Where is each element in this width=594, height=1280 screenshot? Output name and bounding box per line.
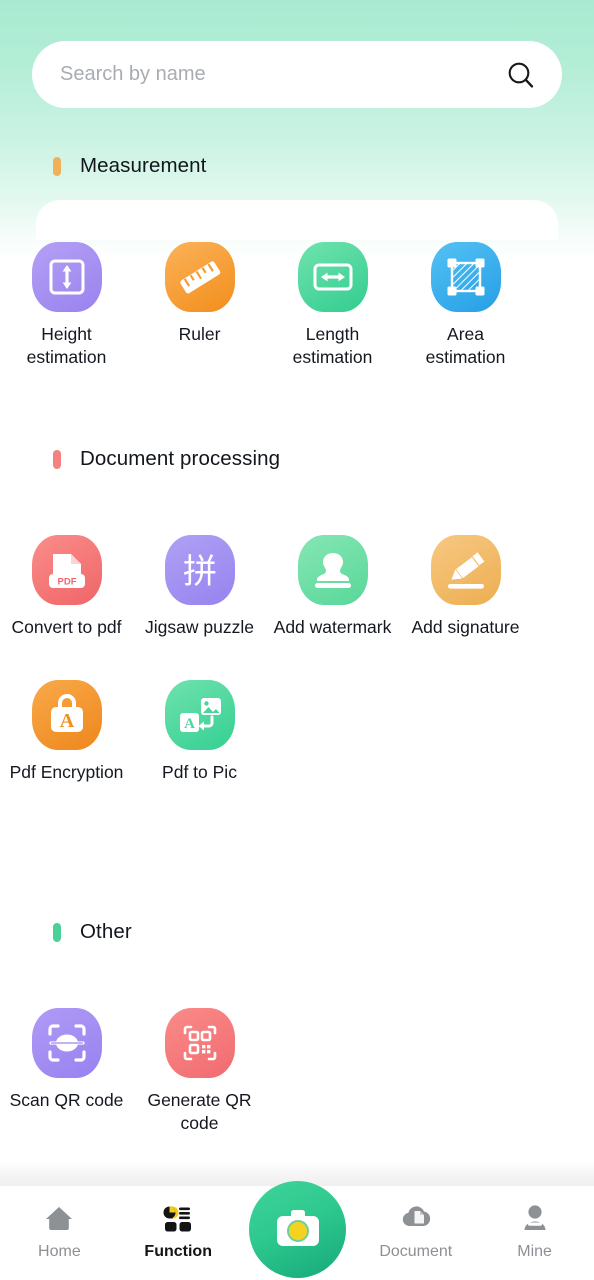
scan-qr-code-icon[interactable] xyxy=(31,1008,102,1078)
function-grid-icon[interactable] xyxy=(160,1200,196,1236)
nav-item-document[interactable]: Document xyxy=(356,1186,475,1261)
search-input[interactable] xyxy=(60,63,506,86)
tile-label: Convert to pdf xyxy=(11,617,122,637)
section-title: Document processing xyxy=(80,447,281,470)
tile-label: Scan QR code xyxy=(9,1090,124,1110)
height-estimation-icon[interactable] xyxy=(31,242,102,312)
nav-item-function[interactable]: Function xyxy=(119,1186,238,1261)
nav-label: Mine xyxy=(517,1243,552,1260)
tile-label: Generate QR code xyxy=(147,1090,252,1133)
generate-qr-code-icon[interactable] xyxy=(164,1008,235,1078)
measurement-grid: Height estimation Ruler Length estimatio… xyxy=(0,242,594,383)
pdf-to-pic-icon[interactable]: A xyxy=(164,680,235,750)
content-card xyxy=(36,200,558,240)
tile-convert-to-pdf[interactable]: PDF Convert to pdf xyxy=(0,535,133,639)
section-header-document-processing: Document processing xyxy=(53,447,280,471)
tile-length-estimation[interactable]: Length estimation xyxy=(266,242,399,369)
jigsaw-puzzle-icon[interactable]: 拼 xyxy=(164,535,235,605)
tile-ruler[interactable]: Ruler xyxy=(133,242,266,369)
nav-label: Function xyxy=(144,1243,212,1260)
cloud-document-icon[interactable] xyxy=(398,1200,434,1236)
tile-scan-qr-code[interactable]: Scan QR code xyxy=(0,1008,133,1135)
function-screen: Measurement Height estimation xyxy=(0,0,594,1280)
tile-label: Ruler xyxy=(178,324,221,344)
document-processing-grid: PDF Convert to pdf 拼 Jigsaw puzzle Add w… xyxy=(0,535,594,798)
tile-generate-qr-code[interactable]: Generate QR code xyxy=(133,1008,266,1135)
svg-text:拼: 拼 xyxy=(183,552,217,592)
tile-label: Add signature xyxy=(411,617,520,637)
svg-text:A: A xyxy=(184,716,195,732)
add-signature-icon[interactable] xyxy=(430,535,501,605)
camera-icon xyxy=(276,1209,319,1246)
section-header-other: Other xyxy=(53,920,132,944)
tile-label: Pdf Encryption xyxy=(9,762,124,782)
tile-area-estimation[interactable]: Area estimation xyxy=(399,242,532,369)
section-title: Measurement xyxy=(80,154,207,177)
tile-label: Area estimation xyxy=(425,324,506,367)
section-bullet xyxy=(53,156,61,176)
home-icon[interactable] xyxy=(41,1200,77,1236)
section-header-measurement: Measurement xyxy=(53,154,206,178)
length-estimation-icon[interactable] xyxy=(297,242,368,312)
add-watermark-icon[interactable] xyxy=(297,535,368,605)
nav-item-mine[interactable]: Mine xyxy=(475,1186,594,1261)
tile-jigsaw-puzzle[interactable]: 拼 Jigsaw puzzle xyxy=(133,535,266,639)
tile-pdf-to-pic[interactable]: A Pdf to Pic xyxy=(133,680,266,784)
search-bar[interactable] xyxy=(32,41,562,108)
person-icon[interactable] xyxy=(517,1200,553,1236)
camera-capture-button[interactable] xyxy=(249,1181,346,1278)
tile-height-estimation[interactable]: Height estimation xyxy=(0,242,133,369)
section-bullet xyxy=(53,922,61,942)
nav-item-home[interactable]: Home xyxy=(0,1186,119,1261)
area-estimation-icon[interactable] xyxy=(430,242,501,312)
svg-text:A: A xyxy=(59,710,74,732)
nav-label: Document xyxy=(379,1243,453,1260)
tile-add-watermark[interactable]: Add watermark xyxy=(266,535,399,639)
tile-add-signature[interactable]: Add signature xyxy=(399,535,532,639)
tile-label: Pdf to Pic xyxy=(162,762,237,782)
section-bullet xyxy=(53,449,61,469)
ruler-icon[interactable] xyxy=(164,242,235,312)
pdf-encryption-icon[interactable]: A xyxy=(31,680,102,750)
tile-label: Length estimation xyxy=(292,324,373,367)
convert-to-pdf-icon[interactable]: PDF xyxy=(31,535,102,605)
nav-label: Home xyxy=(38,1243,81,1260)
tile-label: Jigsaw puzzle xyxy=(145,617,254,637)
search-icon[interactable] xyxy=(506,60,536,90)
tile-label: Add watermark xyxy=(273,617,392,637)
tile-pdf-encryption[interactable]: A Pdf Encryption xyxy=(0,680,133,784)
section-title: Other xyxy=(80,920,132,943)
other-grid: Scan QR code Generate QR code xyxy=(0,1008,594,1149)
svg-text:PDF: PDF xyxy=(57,576,76,587)
tile-label: Height estimation xyxy=(26,324,107,367)
